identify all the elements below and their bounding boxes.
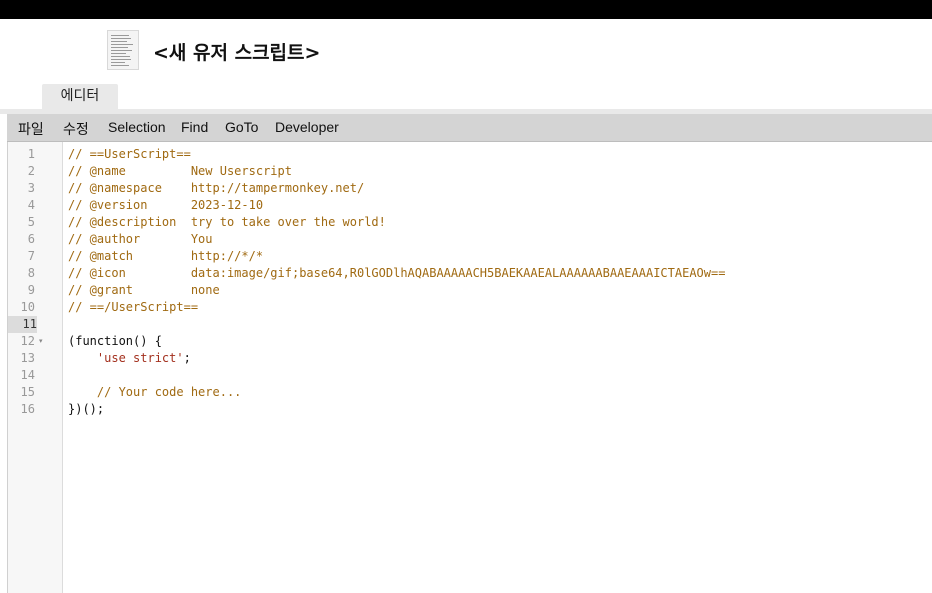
menu-file[interactable]: 파일 <box>18 119 44 139</box>
editor-menubar: 파일 수정 Selection Find GoTo Developer <box>7 114 932 142</box>
menu-developer[interactable]: Developer <box>275 119 339 135</box>
line-number: 7 <box>27 249 35 263</box>
line-number: 2 <box>27 164 35 178</box>
code-line[interactable]: // @author You <box>68 231 213 248</box>
page-title: <새 유저 스크립트> <box>153 42 321 64</box>
line-number: 9 <box>27 283 35 297</box>
string-literal: 'use strict' <box>96 351 184 365</box>
menu-selection[interactable]: Selection <box>108 119 166 135</box>
code-line[interactable]: (function() { <box>68 333 162 350</box>
code-line[interactable]: // @namespace http://tampermonkey.net/ <box>68 180 364 197</box>
menu-goto[interactable]: GoTo <box>225 119 258 135</box>
line-number: 8 <box>27 266 35 280</box>
tab-editor[interactable]: 에디터 <box>42 84 118 109</box>
code-line[interactable]: // @grant none <box>68 282 220 299</box>
code-line[interactable]: // ==UserScript== <box>68 146 191 163</box>
script-file-icon <box>107 30 139 70</box>
line-number: 14 <box>20 368 35 382</box>
line-number: 1 <box>27 147 35 161</box>
code-line[interactable]: // @version 2023-12-10 <box>68 197 263 214</box>
line-number: 4 <box>27 198 35 212</box>
code-line[interactable]: // @icon data:image/gif;base64,R0lGODlhA… <box>68 265 725 282</box>
line-number: 15 <box>20 385 35 399</box>
line-number: 6 <box>27 232 35 246</box>
line-number: 16 <box>20 402 35 416</box>
window-top-bar <box>0 0 932 19</box>
code-line[interactable]: // Your code here... <box>68 384 242 401</box>
line-number: 13 <box>20 351 35 365</box>
menu-edit[interactable]: 수정 <box>63 119 89 139</box>
line-number: 12 <box>20 334 35 348</box>
code-line[interactable]: })(); <box>68 401 104 418</box>
fold-arrow-icon[interactable]: ▾ <box>39 333 49 350</box>
line-number: 3 <box>27 181 35 195</box>
line-number: 5 <box>27 215 35 229</box>
code-line[interactable]: // @name New Userscript <box>68 163 292 180</box>
code-line[interactable]: // @description try to take over the wor… <box>68 214 386 231</box>
code-line[interactable]: // ==/UserScript== <box>68 299 198 316</box>
code-editor[interactable]: 1 2 3 4 5 6 7 8 9 10 11 12 ▾ 13 14 15 16// ==UserScript=… <box>7 142 932 593</box>
tab-strip: 에디터 <box>0 75 932 109</box>
line-number: 11 <box>8 316 37 333</box>
code-line[interactable]: 'use strict'; <box>68 350 191 367</box>
code-line[interactable]: // @match http://*/* <box>68 248 263 265</box>
menu-find[interactable]: Find <box>181 119 208 135</box>
page-header <box>0 19 932 75</box>
line-number: 10 <box>20 300 35 314</box>
